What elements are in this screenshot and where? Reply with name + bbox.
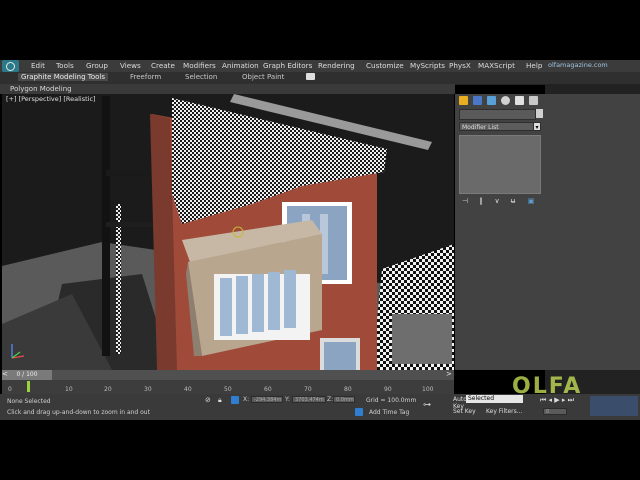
tick-label: 10: [65, 386, 73, 393]
app-logo-icon[interactable]: [2, 60, 19, 72]
perspective-viewport[interactable]: [2, 94, 454, 370]
prompt-line: Click and drag up-and-down to zoom in an…: [7, 409, 150, 416]
menu-modifiers[interactable]: Modifiers: [183, 61, 216, 70]
tab-selection[interactable]: Selection: [185, 73, 217, 81]
tab-object-paint[interactable]: Object Paint: [242, 73, 284, 81]
chevron-down-icon[interactable]: ▾: [533, 122, 541, 131]
tick-label: 70: [304, 386, 312, 393]
x-coordinate-field[interactable]: -294.384m: [251, 396, 283, 403]
bottom-letterbox: [0, 420, 640, 480]
y-label: Y:: [285, 396, 290, 403]
create-tab-icon[interactable]: [459, 96, 468, 105]
x-label: X:: [243, 396, 250, 403]
lock-icon[interactable]: 🔒︎: [218, 396, 226, 404]
tick-label: 30: [144, 386, 152, 393]
polygon-modeling-label[interactable]: Polygon Modeling: [10, 85, 72, 93]
grid-size-label: Grid = 100.0mm: [366, 397, 417, 404]
ribbon-toggle-icon[interactable]: [306, 73, 315, 80]
set-key-button[interactable]: Set Key: [453, 408, 476, 415]
menu-tools[interactable]: Tools: [56, 61, 74, 70]
tick-label: 100: [422, 386, 434, 393]
menu-graph-editors[interactable]: Graph Editors: [263, 61, 312, 70]
menu-group[interactable]: Group: [86, 61, 108, 70]
olfa-logo: OLFA: [512, 374, 583, 399]
stack-toolbar: ⊣ ‖ ∨ ʉ ▣: [458, 196, 540, 207]
modifier-stack[interactable]: [459, 135, 541, 194]
modify-tab-icon[interactable]: [473, 96, 482, 105]
utilities-tab-icon[interactable]: [529, 96, 538, 105]
menu-rendering[interactable]: Rendering: [318, 61, 355, 70]
watermark-text: olfamagazine.com: [548, 61, 608, 69]
tick-label: 20: [104, 386, 112, 393]
remove-modifier-icon[interactable]: ʉ: [508, 196, 518, 206]
menu-animation[interactable]: Animation: [222, 61, 259, 70]
tick-label: 50: [224, 386, 232, 393]
menu-myscripts[interactable]: MyScripts: [410, 61, 445, 70]
configure-sets-icon[interactable]: ▣: [526, 196, 536, 206]
top-letterbox: [0, 0, 640, 60]
pin-stack-icon[interactable]: ⊣: [460, 196, 470, 206]
tick-label: 80: [344, 386, 352, 393]
key-icon[interactable]: ⊶: [423, 400, 431, 409]
display-tab-icon[interactable]: [515, 96, 524, 105]
tick-label: 40: [184, 386, 192, 393]
tick-label: 90: [384, 386, 392, 393]
absolute-mode-icon[interactable]: [231, 396, 239, 404]
selection-status: None Selected: [7, 398, 51, 405]
object-name-field[interactable]: [459, 109, 536, 120]
menu-help[interactable]: Help: [526, 61, 542, 70]
current-frame-field[interactable]: 0: [543, 408, 567, 415]
object-color-swatch[interactable]: [536, 109, 543, 118]
motion-tab-icon[interactable]: [501, 96, 510, 105]
menu-maxscript[interactable]: MAXScript: [478, 61, 515, 70]
y-coordinate-field[interactable]: 3703.474m: [292, 396, 326, 403]
add-time-tag-button[interactable]: Add Time Tag: [369, 409, 409, 416]
key-filters-button[interactable]: Key Filters...: [486, 408, 523, 415]
time-tag-icon[interactable]: [355, 408, 363, 416]
tab-freeform[interactable]: Freeform: [130, 73, 161, 81]
menu-views[interactable]: Views: [120, 61, 141, 70]
make-unique-icon[interactable]: ∨: [492, 196, 502, 206]
tick-label: 0: [8, 386, 12, 393]
slider-prev-icon[interactable]: <: [2, 370, 8, 378]
menu-customize[interactable]: Customize: [366, 61, 404, 70]
tab-graphite-modeling-tools[interactable]: Graphite Modeling Tools: [18, 73, 109, 81]
tick-label: 60: [264, 386, 272, 393]
menu-edit[interactable]: Edit: [31, 61, 45, 70]
viewport-scene: [2, 94, 454, 370]
current-frame-marker: [27, 381, 30, 392]
viewport-label[interactable]: [+] [Perspective] [Realistic]: [6, 95, 96, 103]
navigation-controls[interactable]: [590, 396, 638, 416]
modifier-list-dropdown[interactable]: Modifier List: [459, 122, 534, 131]
menu-physx[interactable]: PhysX: [449, 61, 471, 70]
z-coordinate-field[interactable]: 0.0mm: [333, 396, 355, 403]
auto-key-button[interactable]: Auto Key: [453, 396, 467, 410]
hierarchy-tab-icon[interactable]: [487, 96, 496, 105]
time-slider-track[interactable]: [2, 370, 454, 380]
selection-lock-icon[interactable]: ⊘: [205, 396, 213, 404]
show-end-result-icon[interactable]: ‖: [476, 196, 486, 206]
slider-next-icon[interactable]: >: [446, 370, 452, 378]
menu-create[interactable]: Create: [151, 61, 175, 70]
time-slider[interactable]: 0 / 100: [2, 370, 52, 380]
axis-tripod-icon: [11, 344, 25, 359]
